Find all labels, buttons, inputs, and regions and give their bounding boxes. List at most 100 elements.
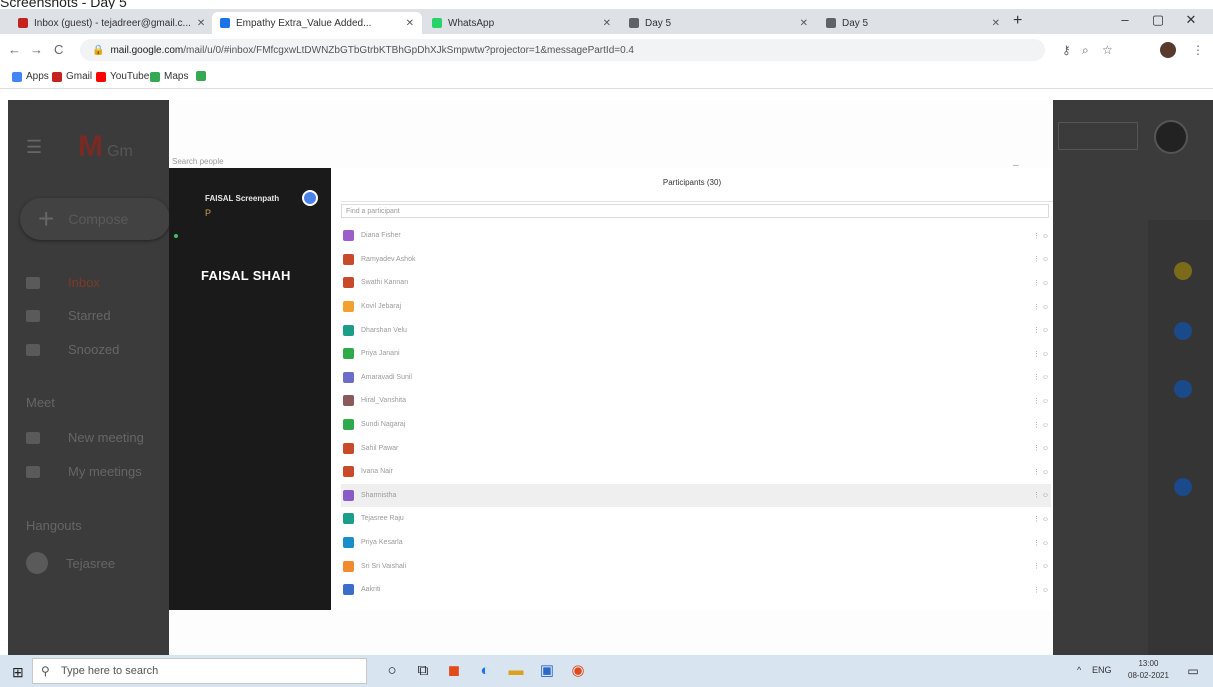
- profile-avatar[interactable]: [1160, 42, 1176, 58]
- minimize-button[interactable]: –: [1110, 12, 1140, 27]
- address-bar[interactable]: 🔒 mail.google.com /mail/u/0/#inbox/FMfcg…: [80, 39, 1045, 61]
- star-icon[interactable]: ☆: [1102, 43, 1113, 57]
- contacts-icon[interactable]: [1174, 380, 1192, 398]
- close-window-button[interactable]: ✕: [1176, 12, 1206, 28]
- participant-row[interactable]: Kovil Jebaraj ⋮ ☺: [341, 295, 1051, 319]
- forward-button[interactable]: →: [30, 42, 43, 57]
- store-icon[interactable]: ▣: [537, 661, 557, 681]
- participant-actions[interactable]: ⋮ ☺: [1033, 279, 1049, 287]
- participant-actions[interactable]: ⋮ ☺: [1033, 421, 1049, 429]
- account-avatar[interactable]: [1154, 120, 1188, 154]
- participant-row[interactable]: Sahil Pawar ⋮ ☺: [341, 436, 1051, 460]
- add-on-icon[interactable]: [1174, 478, 1192, 496]
- participant-row[interactable]: Aakriti ⋮ ☺: [341, 578, 1051, 602]
- close-tab-icon[interactable]: ✕: [400, 18, 414, 29]
- chrome-icon[interactable]: ◉: [568, 661, 588, 681]
- participant-row[interactable]: Ramyadev Ashok ⋮ ☺: [341, 248, 1051, 272]
- participant-row[interactable]: Swathi Kannan ⋮ ☺: [341, 271, 1051, 295]
- browser-tab[interactable]: Day 5 ✕: [621, 12, 816, 34]
- compose-button[interactable]: + Compose: [20, 198, 170, 240]
- zoom-icon[interactable]: ⌕: [1082, 43, 1089, 58]
- presenter-name: FAISAL Screenpath: [205, 194, 280, 203]
- taskbar-search-input[interactable]: ⚲ Type here to search: [32, 658, 367, 684]
- task-view-icon[interactable]: ⧉: [413, 661, 433, 681]
- browser-tab[interactable]: Day 5 ✕: [818, 12, 1008, 34]
- participant-avatar: [343, 371, 354, 383]
- participant-actions[interactable]: ⋮ ☺: [1033, 303, 1049, 311]
- tray-overflow-icon[interactable]: ^: [1077, 665, 1081, 675]
- participant-actions[interactable]: ⋮ ☺: [1033, 397, 1049, 405]
- browser-tab[interactable]: Inbox (guest) - tejadreer@gmail.c... ✕: [10, 12, 210, 34]
- participant-row[interactable]: Priya Janani ⋮ ☺: [341, 342, 1051, 366]
- system-clock[interactable]: 13:00 08-02-2021: [1128, 658, 1169, 682]
- participant-row[interactable]: Sundi Nagaraj ⋮ ☺: [341, 413, 1051, 437]
- participant-avatar: [343, 324, 354, 336]
- bookmark-extra[interactable]: [196, 71, 210, 81]
- kebab-menu-icon[interactable]: ⋮: [1192, 43, 1204, 57]
- key-icon[interactable]: ⚷: [1062, 43, 1071, 57]
- back-button[interactable]: ←: [8, 42, 21, 57]
- participant-name: Ramyadev Ashok: [361, 255, 416, 263]
- meet-my-meetings[interactable]: My meetings: [26, 464, 142, 479]
- participant-row[interactable]: Amaravadi Sunil ⋮ ☺: [341, 366, 1051, 390]
- notifications-icon[interactable]: ▭: [1183, 661, 1203, 681]
- participant-row[interactable]: Sri Sri Vaishali ⋮ ☺: [341, 554, 1051, 578]
- participant-actions[interactable]: ⋮ ☺: [1033, 350, 1049, 358]
- participant-actions[interactable]: ⋮ ☺: [1033, 232, 1049, 240]
- windows-taskbar: ⊞ ⚲ Type here to search ○ ⧉ ◼ ◐ ▬ ▣ ◉ ^ …: [0, 655, 1213, 687]
- meet-new-meeting[interactable]: New meeting: [26, 430, 144, 445]
- bookmark-apps[interactable]: Apps: [12, 71, 49, 82]
- participant-search-input[interactable]: Find a participant: [341, 204, 1049, 218]
- edge-icon[interactable]: ◐: [475, 661, 495, 681]
- file-explorer-icon[interactable]: ▬: [506, 661, 526, 681]
- participant-row[interactable]: Hiral_Vanshita ⋮ ☺: [341, 389, 1051, 413]
- windows-start-icon[interactable]: ⊞: [12, 664, 24, 681]
- gmail-logo[interactable]: M Gm: [78, 130, 133, 164]
- participant-row[interactable]: Ivana Nair ⋮ ☺: [341, 460, 1051, 484]
- presenting-badge-icon: [302, 190, 318, 206]
- close-tab-icon[interactable]: ✕: [794, 18, 808, 29]
- participant-actions[interactable]: ⋮ ☺: [1033, 491, 1049, 499]
- participant-row[interactable]: Diana Fisher ⋮ ☺: [341, 224, 1051, 248]
- hamburger-menu-icon[interactable]: ☰: [26, 137, 42, 158]
- participant-actions[interactable]: ⋮ ☺: [1033, 468, 1049, 476]
- participant-row[interactable]: Priya Kesarla ⋮ ☺: [341, 531, 1051, 555]
- participant-actions[interactable]: ⋮ ☺: [1033, 515, 1049, 523]
- close-tab-icon[interactable]: ✕: [597, 18, 611, 29]
- bookmarks-bar: Apps Gmail YouTube Maps: [0, 66, 1213, 89]
- search-people-label: Search people: [172, 157, 224, 166]
- office-icon[interactable]: ◼: [444, 661, 464, 681]
- close-tab-icon[interactable]: ✕: [191, 18, 205, 29]
- participant-row[interactable]: Dharshan Velu ⋮ ☺: [341, 318, 1051, 342]
- language-indicator[interactable]: ENG: [1092, 665, 1112, 675]
- participant-actions[interactable]: ⋮ ☺: [1033, 444, 1049, 452]
- new-tab-button[interactable]: +: [1013, 12, 1022, 30]
- bookmark-gmail[interactable]: Gmail: [52, 71, 92, 82]
- browser-tab-active[interactable]: Empathy Extra_Value Added... ✕: [212, 12, 422, 34]
- participant-actions[interactable]: ⋮ ☺: [1033, 373, 1049, 381]
- nav-inbox[interactable]: Inbox: [26, 275, 100, 290]
- participant-actions[interactable]: ⋮ ☺: [1033, 562, 1049, 570]
- participant-actions[interactable]: ⋮ ☺: [1033, 255, 1049, 263]
- bookmark-youtube[interactable]: YouTube: [96, 71, 149, 82]
- nav-snoozed[interactable]: Snoozed: [26, 342, 119, 357]
- participant-name: Sundi Nagaraj: [361, 421, 406, 429]
- workspace-badge[interactable]: [1058, 122, 1138, 150]
- participant-row[interactable]: Tejasree Raju ⋮ ☺: [341, 507, 1051, 531]
- browser-tab[interactable]: WhatsApp ✕: [424, 12, 619, 34]
- participant-row[interactable]: Sharmistha ⋮ ☺: [341, 483, 1051, 508]
- reload-button[interactable]: C: [54, 42, 63, 57]
- star-icon: [26, 309, 40, 322]
- participant-actions[interactable]: ⋮ ☺: [1033, 586, 1049, 594]
- participant-name: Ivana Nair: [361, 468, 393, 476]
- tasks-icon[interactable]: [1174, 322, 1192, 340]
- hangouts-user[interactable]: Tejasree: [26, 552, 115, 574]
- close-tab-icon[interactable]: ✕: [986, 18, 1000, 29]
- bookmark-maps[interactable]: Maps: [150, 71, 188, 82]
- maximize-button[interactable]: ▢: [1143, 12, 1173, 28]
- keep-icon[interactable]: [1174, 262, 1192, 280]
- cortana-icon[interactable]: ○: [382, 661, 402, 681]
- participant-actions[interactable]: ⋮ ☺: [1033, 539, 1049, 547]
- nav-starred[interactable]: Starred: [26, 308, 111, 323]
- participant-actions[interactable]: ⋮ ☺: [1033, 326, 1049, 334]
